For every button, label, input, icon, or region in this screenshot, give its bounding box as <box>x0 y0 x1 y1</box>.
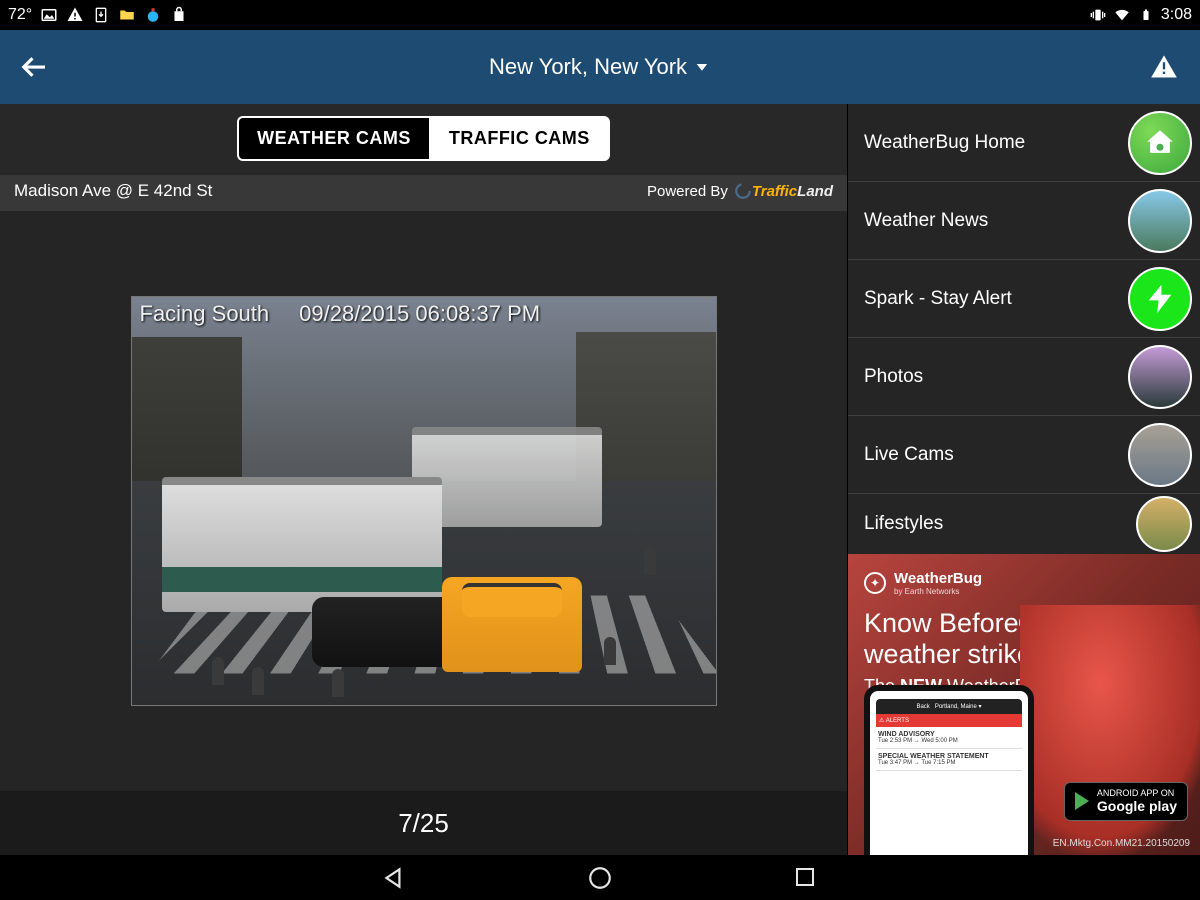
sidebar-item-spark[interactable]: Spark - Stay Alert <box>848 260 1200 338</box>
cam-facing-label: Facing South <box>140 301 270 327</box>
sidebar-item-photos[interactable]: Photos <box>848 338 1200 416</box>
sidebar-item-live-cams[interactable]: Live Cams <box>848 416 1200 494</box>
folder-icon <box>118 6 136 24</box>
sidebar: WeatherBug Home Weather News Spark - Sta… <box>847 104 1200 855</box>
status-right: 3:08 <box>1089 6 1192 24</box>
android-status-bar: 72° 3:08 <box>0 0 1200 30</box>
lightning-icon <box>1128 267 1192 331</box>
cam-counter: 7/25 <box>398 808 449 839</box>
trafficland-swirl-icon <box>734 182 752 200</box>
location-dropdown[interactable]: New York, New York <box>489 54 711 80</box>
google-play-label: ANDROID APP ON Google play <box>1097 789 1177 814</box>
sidebar-item-label: WeatherBug Home <box>864 132 1025 154</box>
content-area: WEATHER CAMS TRAFFIC CAMS Madison Ave @ … <box>0 104 1200 855</box>
sidebar-item-label: Photos <box>864 366 923 388</box>
ad-brand-name: WeatherBug <box>894 570 982 587</box>
alert-button[interactable] <box>1148 53 1180 81</box>
vibrate-icon <box>1089 6 1107 24</box>
sidebar-item-label: Spark - Stay Alert <box>864 288 1012 310</box>
cam-overlay-text: Facing South 09/28/2015 06:08:37 PM <box>140 301 541 327</box>
main-panel: WEATHER CAMS TRAFFIC CAMS Madison Ave @ … <box>0 104 847 855</box>
app-notification-icon <box>144 6 162 24</box>
app-header: New York, New York <box>0 30 1200 104</box>
provider-traffic: Traffic <box>752 183 797 200</box>
back-button[interactable] <box>20 52 50 82</box>
live-cams-icon <box>1128 423 1192 487</box>
promo-ad[interactable]: ✦ WeatherBug by Earth Networks Know Befo… <box>848 554 1200 855</box>
powered-by-label: Powered By <box>647 183 728 200</box>
cam-counter-bar: 7/25 <box>0 791 847 855</box>
download-icon <box>92 6 110 24</box>
warning-icon <box>66 6 84 24</box>
tab-traffic-cams[interactable]: TRAFFIC CAMS <box>429 116 610 161</box>
sidebar-item-label: Live Cams <box>864 444 954 466</box>
photos-icon <box>1128 345 1192 409</box>
android-nav-bar <box>0 855 1200 900</box>
ad-brand-sub: by Earth Networks <box>894 587 982 596</box>
lifestyles-icon <box>1136 496 1192 552</box>
trafficland-logo: TrafficLand <box>734 182 833 200</box>
google-play-button[interactable]: ANDROID APP ON Google play <box>1064 782 1188 821</box>
sidebar-item-label: Lifestyles <box>864 513 943 535</box>
location-label: New York, New York <box>489 54 687 80</box>
cam-image: Facing South 09/28/2015 06:08:37 PM <box>131 296 717 706</box>
news-icon <box>1128 189 1192 253</box>
cam-timestamp: 09/28/2015 06:08:37 PM <box>299 301 540 327</box>
nav-recent-button[interactable] <box>793 865 819 891</box>
sidebar-item-lifestyles[interactable]: Lifestyles <box>848 494 1200 554</box>
ad-tracking-code: EN.Mktg.Con.MM21.20150209 <box>1053 838 1190 849</box>
cam-info-bar: Madison Ave @ E 42nd St Powered By Traff… <box>0 175 847 211</box>
powered-by: Powered By TrafficLand <box>647 182 833 200</box>
bag-icon <box>170 6 188 24</box>
ad-brand: ✦ WeatherBug by Earth Networks <box>864 570 1184 596</box>
cam-location-label: Madison Ave @ E 42nd St <box>14 181 212 201</box>
chevron-down-icon <box>693 58 711 76</box>
sidebar-item-weatherbug-home[interactable]: WeatherBug Home <box>848 104 1200 182</box>
cam-viewport[interactable]: Facing South 09/28/2015 06:08:37 PM <box>0 211 847 791</box>
nav-back-button[interactable] <box>381 865 407 891</box>
image-icon <box>40 6 58 24</box>
home-icon <box>1128 111 1192 175</box>
ad-phone-mock: Back Portland, Maine ▾ ⚠ ALERTS WIND ADV… <box>864 685 1034 855</box>
nav-home-button[interactable] <box>587 865 613 891</box>
status-left: 72° <box>8 6 188 24</box>
google-play-icon <box>1075 792 1089 810</box>
battery-icon <box>1137 6 1155 24</box>
cam-tabs: WEATHER CAMS TRAFFIC CAMS <box>0 104 847 175</box>
sidebar-item-label: Weather News <box>864 210 988 232</box>
status-time: 3:08 <box>1161 6 1192 24</box>
tab-weather-cams[interactable]: WEATHER CAMS <box>237 116 429 161</box>
status-temperature: 72° <box>8 6 32 24</box>
weatherbug-logo-icon: ✦ <box>864 572 886 594</box>
provider-land: Land <box>797 183 833 200</box>
wifi-icon <box>1113 6 1131 24</box>
sidebar-item-weather-news[interactable]: Weather News <box>848 182 1200 260</box>
